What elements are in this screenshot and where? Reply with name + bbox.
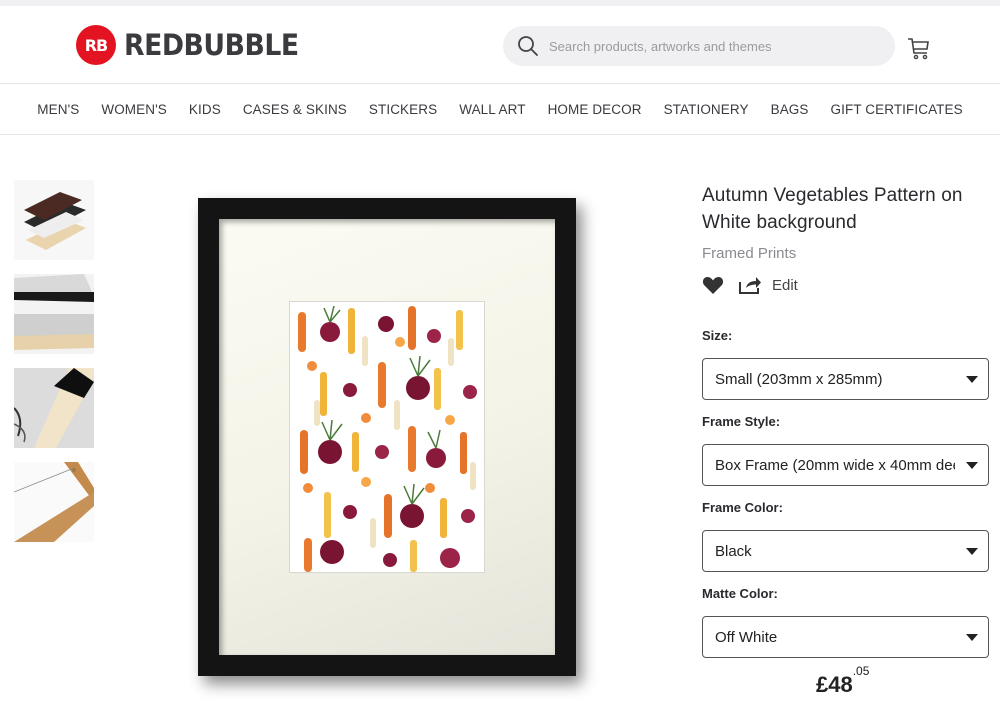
nav-wall-art[interactable]: WALL ART: [459, 102, 525, 117]
artwork-print: [289, 301, 485, 573]
matte-color-select[interactable]: Off White: [702, 616, 989, 658]
chevron-down-icon: [966, 548, 978, 555]
matte-color-label: Matte Color:: [702, 586, 778, 601]
search-bar[interactable]: [503, 26, 895, 66]
price-main: £48: [816, 672, 853, 697]
frame-color-value: Black: [715, 542, 752, 560]
nav-kids[interactable]: KIDS: [189, 102, 221, 117]
site-header: RB REDBUBBLE: [0, 6, 1000, 84]
thumbnail-frame-wood-back[interactable]: [14, 462, 94, 542]
nav-home-decor[interactable]: HOME DECOR: [548, 102, 642, 117]
nav-stationery[interactable]: STATIONERY: [664, 102, 749, 117]
product-price: £48.05: [816, 664, 869, 698]
nav-stickers[interactable]: STICKERS: [369, 102, 437, 117]
nav-bags[interactable]: BAGS: [771, 102, 809, 117]
product-category: Framed Prints: [702, 245, 797, 262]
frame-style-select[interactable]: Box Frame (20mm wide x 40mm deep): [702, 444, 989, 486]
product-details: Autumn Vegetables Pattern on White backg…: [702, 182, 992, 658]
nav-gift-certificates[interactable]: GIFT CERTIFICATES: [831, 102, 963, 117]
thumbnail-frame-edge[interactable]: [14, 274, 94, 354]
matte-color-value: Off White: [715, 628, 778, 646]
size-label: Size:: [702, 328, 733, 343]
product-actions: Edit: [702, 272, 992, 298]
frame-color-label: Frame Color:: [702, 500, 783, 515]
frame-style-label: Frame Style:: [702, 414, 781, 429]
product-thumbnails: [14, 180, 94, 556]
price-fraction: .05: [852, 663, 870, 678]
frame-style-value: Box Frame (20mm wide x 40mm deep): [715, 456, 955, 474]
logo-mark: RB: [76, 25, 116, 65]
share-icon[interactable]: [738, 275, 762, 295]
edit-link[interactable]: Edit: [772, 277, 798, 294]
nav-mens[interactable]: MEN'S: [37, 102, 79, 117]
nav-womens[interactable]: WOMEN'S: [101, 102, 167, 117]
redbubble-logo[interactable]: RB REDBUBBLE: [76, 25, 314, 65]
category-nav: MEN'S WOMEN'S KIDS CASES & SKINS STICKER…: [0, 85, 1000, 135]
logo-wordmark: REDBUBBLE: [124, 28, 299, 62]
heart-icon[interactable]: [702, 275, 724, 295]
product-title: Autumn Vegetables Pattern on White backg…: [702, 185, 963, 233]
thumbnail-frame-black-corner[interactable]: [14, 368, 94, 448]
size-select[interactable]: Small (203mm x 285mm): [702, 358, 989, 400]
framed-print-preview: [198, 198, 576, 676]
chevron-down-icon: [966, 462, 978, 469]
chevron-down-icon: [966, 376, 978, 383]
nav-cases-skins[interactable]: CASES & SKINS: [243, 102, 347, 117]
size-value: Small (203mm x 285mm): [715, 370, 883, 388]
search-input[interactable]: [549, 38, 879, 54]
cart-icon[interactable]: [906, 36, 932, 60]
thumbnail-frame-corner[interactable]: [14, 180, 94, 260]
matte-board: [219, 219, 555, 655]
search-icon[interactable]: [517, 35, 539, 57]
chevron-down-icon: [966, 634, 978, 641]
frame-color-select[interactable]: Black: [702, 530, 989, 572]
